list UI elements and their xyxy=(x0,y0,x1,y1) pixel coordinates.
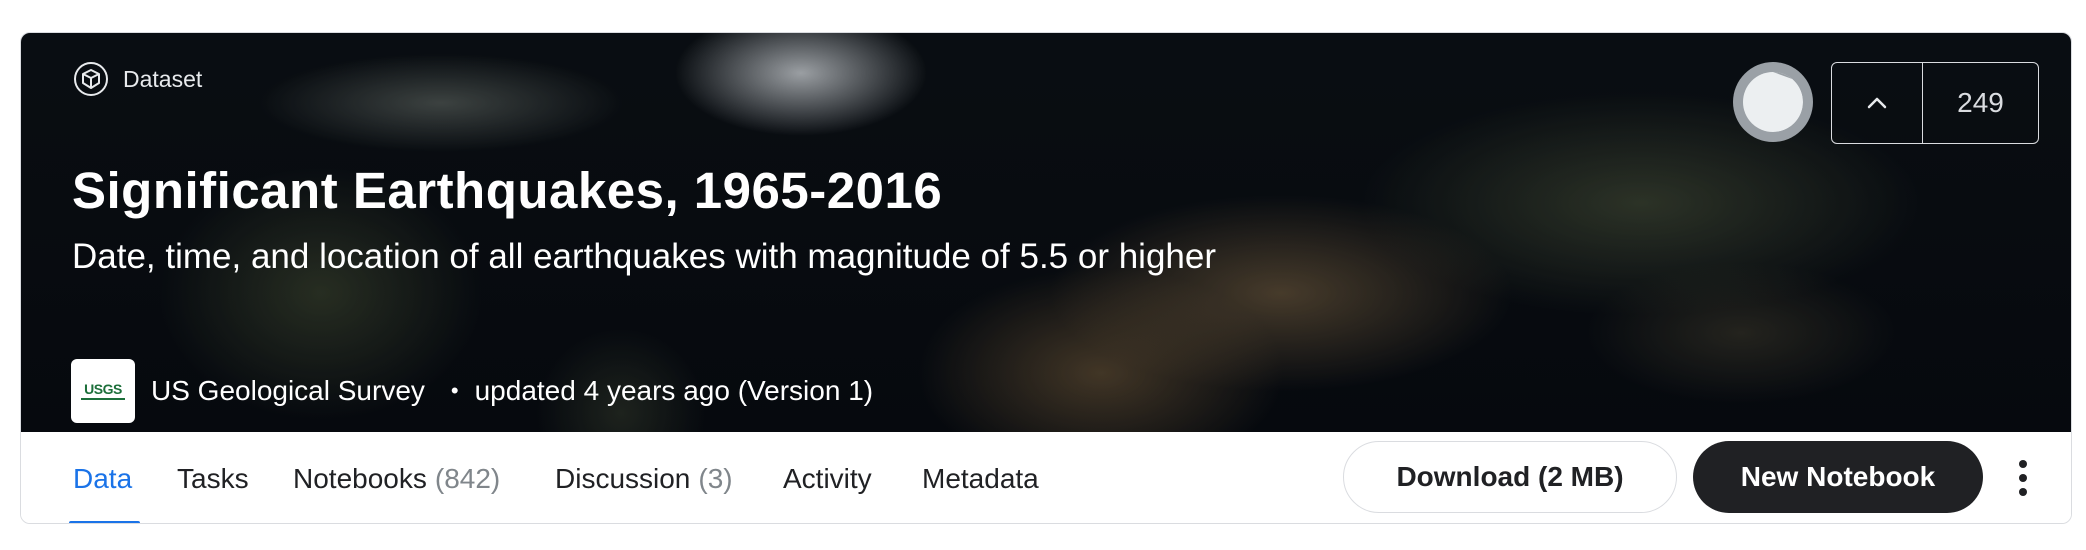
tab-label: Discussion xyxy=(555,462,691,494)
updated-info: updated 4 years ago (Version 1) xyxy=(474,375,874,406)
active-tab-indicator xyxy=(69,521,141,523)
dataset-header-card: Dataset Significant Earthquakes, 1965-20… xyxy=(20,32,2072,524)
hero-banner: Dataset Significant Earthquakes, 1965-20… xyxy=(21,33,2071,432)
upvote-button[interactable] xyxy=(1832,63,1923,143)
tab-metadata[interactable]: Metadata xyxy=(922,432,1039,523)
dataset-icon xyxy=(74,62,108,96)
dataset-type-label: Dataset xyxy=(123,65,203,92)
usgs-logo-text: USGS xyxy=(84,381,122,397)
tab-count: (3) xyxy=(698,462,733,494)
owner-name-link[interactable]: US Geological Survey xyxy=(151,375,425,407)
tab-data[interactable]: Data xyxy=(69,432,141,523)
tab-activity[interactable]: Activity xyxy=(783,432,872,523)
tab-label: Tasks xyxy=(177,462,249,494)
usgs-logo-rule xyxy=(81,398,125,400)
tab-label: Metadata xyxy=(922,462,1039,494)
tab-label: Activity xyxy=(783,462,872,494)
tab-label: Notebooks xyxy=(293,462,427,494)
dataset-type-chip: Dataset xyxy=(73,61,202,97)
new-notebook-button[interactable]: New Notebook xyxy=(1693,441,1983,513)
usability-ring-graphic xyxy=(1743,72,1805,133)
tab-bar: Data Tasks Notebooks (842) Discussion (3… xyxy=(21,432,2071,523)
tab-tasks[interactable]: Tasks xyxy=(177,432,249,523)
upvote-widget: 249 xyxy=(1831,62,2039,144)
chevron-up-icon xyxy=(1867,97,1887,109)
usgs-logo[interactable]: USGS xyxy=(71,359,135,423)
download-button[interactable]: Download (2 MB) xyxy=(1343,441,1677,513)
tab-count: (842) xyxy=(434,462,501,494)
more-dot xyxy=(2019,474,2027,482)
more-vertical-icon[interactable] xyxy=(2011,460,2035,496)
upvote-count: 249 xyxy=(1957,87,2004,118)
dataset-title: Significant Earthquakes, 1965-2016 xyxy=(72,162,943,219)
dataset-subtitle: Date, time, and location of all earthqua… xyxy=(72,237,1217,276)
more-dot xyxy=(2019,488,2027,496)
owner-line: USGS US Geological Survey • updated 4 ye… xyxy=(71,359,873,423)
separator-dot: • xyxy=(450,378,459,403)
more-dot xyxy=(2019,460,2027,468)
tab-label: Data xyxy=(73,462,133,494)
usability-ring-icon[interactable] xyxy=(1733,62,1813,142)
tab-notebooks[interactable]: Notebooks (842) xyxy=(293,432,501,523)
tab-discussion[interactable]: Discussion (3) xyxy=(555,432,733,523)
